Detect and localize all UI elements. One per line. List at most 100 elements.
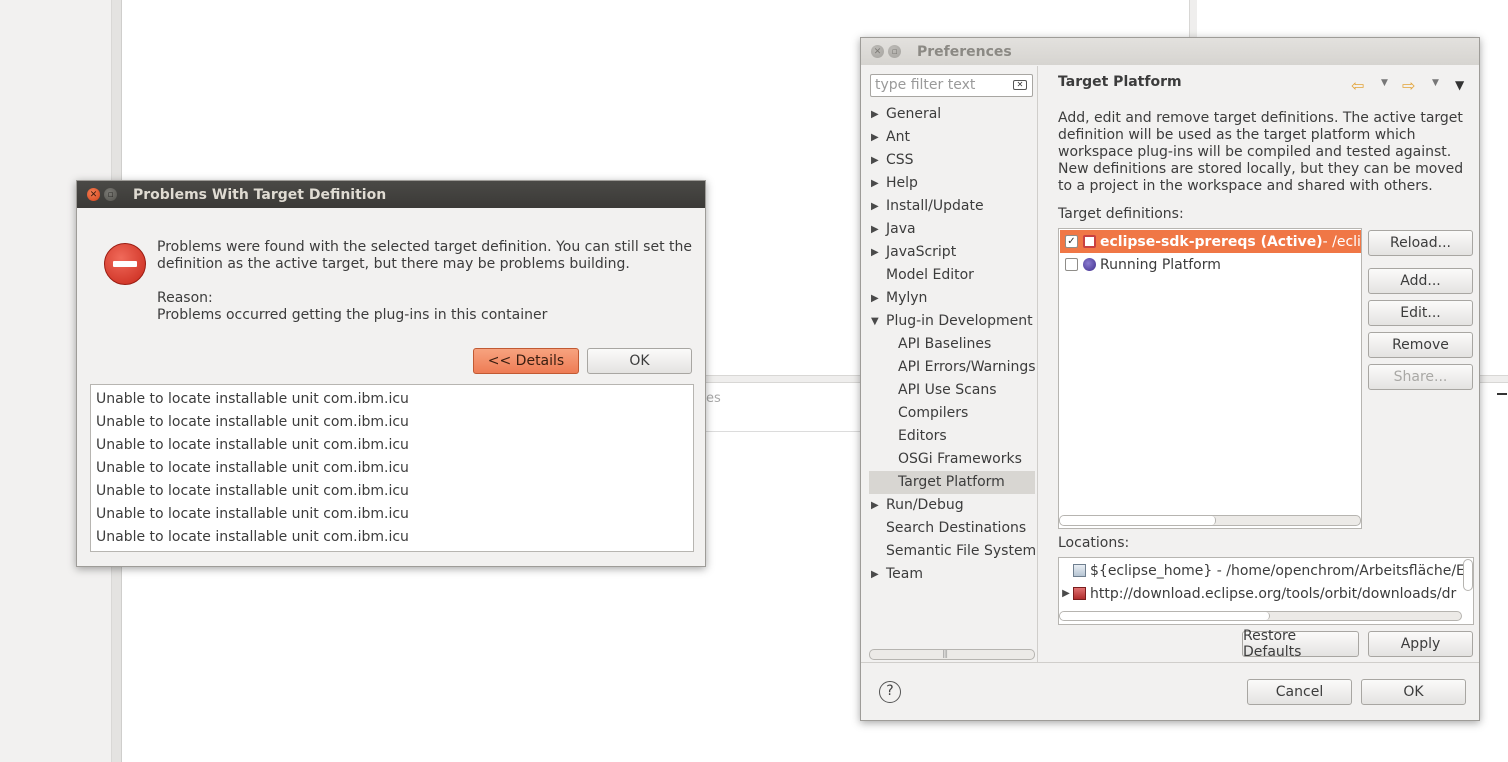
apply-button[interactable]: Apply [1368, 631, 1473, 657]
minimize-icon[interactable]: ▫ [104, 188, 117, 201]
table-row[interactable]: Running Platform [1060, 253, 1361, 276]
tree-item-model-editor[interactable]: Model Editor [869, 264, 1035, 287]
tree-sash[interactable] [1037, 66, 1038, 662]
page-title: Target Platform [1058, 74, 1182, 90]
error-icon [104, 243, 146, 285]
tree-item-install-update[interactable]: ▶ Install/Update [869, 195, 1035, 218]
tree-item-team[interactable]: ▶ Team [869, 563, 1035, 586]
message-line-2: definition as the active target, but the… [157, 256, 630, 272]
scrollbar-thumb[interactable] [1060, 516, 1216, 525]
clear-icon[interactable]: ✕ [1013, 80, 1027, 90]
share-button[interactable]: Share... [1368, 364, 1473, 390]
locations-vertical-scrollbar[interactable] [1463, 559, 1473, 591]
details-list[interactable]: Unable to locate installable unit com.ib… [90, 384, 694, 552]
tree-item-help[interactable]: ▶ Help [869, 172, 1035, 195]
list-item[interactable]: Unable to locate installable unit com.ib… [91, 388, 693, 411]
remove-button[interactable]: Remove [1368, 332, 1473, 358]
expand-arrow-icon[interactable]: ▶ [871, 126, 879, 149]
locations-horizontal-scrollbar[interactable] [1059, 611, 1462, 621]
reason-label: Reason: [157, 290, 213, 306]
problems-dialog-titlebar[interactable]: ✕ ▫ Problems With Target Definition [77, 181, 705, 208]
tree-item-javascript[interactable]: ▶ JavaScript [869, 241, 1035, 264]
expand-arrow-icon[interactable]: ▶ [871, 241, 879, 264]
eclipse-icon [1083, 258, 1096, 271]
workbench-partial-tab-label[interactable]: es [706, 391, 721, 406]
target-name: eclipse-sdk-prereqs (Active) [1100, 233, 1323, 250]
tree-item-api-errors-warnings[interactable]: API Errors/Warnings [869, 356, 1036, 379]
checkbox[interactable] [1065, 258, 1078, 271]
tree-item-api-baselines[interactable]: API Baselines [869, 333, 1035, 356]
expand-arrow-icon[interactable]: ▶ [871, 563, 879, 586]
back-arrow-icon[interactable]: ⇦ [1351, 76, 1364, 95]
reload-button[interactable]: Reload... [1368, 230, 1473, 256]
list-item[interactable]: ▶ http://download.eclipse.org/tools/orbi… [1059, 582, 1456, 605]
expand-arrow-icon[interactable]: ▶ [1059, 588, 1073, 599]
tree-item-editors[interactable]: Editors [869, 425, 1035, 448]
tree-item-run-debug[interactable]: ▶ Run/Debug [869, 494, 1035, 517]
dialog-title: Problems With Target Definition [133, 186, 387, 203]
expand-arrow-icon[interactable]: ▶ [871, 172, 879, 195]
tree-item-mylyn[interactable]: ▶ Mylyn [869, 287, 1035, 310]
list-item[interactable]: Unable to locate installable unit com.ib… [91, 480, 693, 503]
cancel-button[interactable]: Cancel [1247, 679, 1352, 705]
edit-button[interactable]: Edit... [1368, 300, 1473, 326]
minimize-icon[interactable]: ▫ [888, 45, 901, 58]
view-menu-icon[interactable]: ▼ [1455, 78, 1464, 92]
close-icon[interactable]: ✕ [871, 45, 884, 58]
tree-item-api-use-scans[interactable]: API Use Scans [869, 379, 1035, 402]
collapse-arrow-icon[interactable]: ▼ [871, 310, 879, 333]
scrollbar-thumb[interactable] [1060, 612, 1270, 620]
list-item[interactable]: ${eclipse_home} - /home/openchrom/Arbeit… [1059, 559, 1473, 582]
ok-button[interactable]: OK [587, 348, 692, 374]
close-icon[interactable]: ✕ [87, 188, 100, 201]
target-icon [1083, 235, 1096, 248]
filter-input[interactable]: type filter text ✕ [870, 74, 1033, 97]
workbench-tab-underline [706, 431, 861, 432]
restore-defaults-button[interactable]: Restore Defaults [1242, 628, 1359, 660]
preferences-titlebar[interactable]: ✕ ▫ Preferences [861, 38, 1479, 65]
details-button[interactable]: << Details [473, 348, 579, 374]
tree-item-css[interactable]: ▶ CSS [869, 149, 1035, 172]
target-path: - /eclipse [1322, 233, 1361, 250]
list-item[interactable]: Unable to locate installable unit com.ib… [91, 434, 693, 457]
tree-item-java[interactable]: ▶ Java [869, 218, 1035, 241]
ok-button[interactable]: OK [1361, 679, 1466, 705]
tree-item-plugin-development[interactable]: ▼ Plug-in Development [869, 310, 1035, 333]
expand-arrow-icon[interactable]: ▶ [871, 287, 879, 310]
list-item[interactable]: Unable to locate installable unit com.ib… [91, 503, 693, 526]
expand-arrow-icon[interactable]: ▶ [871, 103, 879, 126]
tree-horizontal-scrollbar[interactable]: ||| [869, 649, 1035, 660]
forward-arrow-icon[interactable]: ⇨ [1402, 76, 1415, 95]
message-line-1: Problems were found with the selected ta… [157, 239, 692, 255]
footer-separator [861, 662, 1479, 663]
table-row[interactable]: ✓ eclipse-sdk-prereqs (Active) - /eclips… [1060, 230, 1361, 253]
target-definitions-list[interactable]: ✓ eclipse-sdk-prereqs (Active) - /eclips… [1058, 228, 1362, 529]
tree-item-ant[interactable]: ▶ Ant [869, 126, 1035, 149]
filter-placeholder: type filter text [875, 77, 976, 93]
expand-arrow-icon[interactable]: ▶ [871, 195, 879, 218]
targets-horizontal-scrollbar[interactable] [1059, 515, 1361, 526]
target-definitions-label: Target definitions: [1058, 206, 1184, 222]
problems-dialog: ✕ ▫ Problems With Target Definition Prob… [76, 180, 706, 567]
tree-item-compilers[interactable]: Compilers [869, 402, 1035, 425]
expand-arrow-icon[interactable]: ▶ [871, 218, 879, 241]
chevron-down-icon[interactable]: ▼ [1432, 78, 1439, 88]
checkbox[interactable]: ✓ [1065, 235, 1078, 248]
help-icon[interactable]: ? [879, 681, 901, 703]
tree-item-target-platform[interactable]: Target Platform [869, 471, 1035, 494]
list-item[interactable]: Unable to locate installable unit com.ib… [91, 411, 693, 434]
chevron-down-icon[interactable]: ▼ [1381, 78, 1388, 88]
tree-item-search-destinations[interactable]: Search Destinations [869, 517, 1035, 540]
expand-arrow-icon[interactable]: ▶ [871, 494, 879, 517]
tree-item-osgi-frameworks[interactable]: OSGi Frameworks [869, 448, 1035, 471]
page-description: Add, edit and remove target definitions.… [1058, 110, 1464, 194]
minimize-icon[interactable] [1497, 393, 1507, 395]
list-item[interactable]: Unable to locate installable unit com.ib… [91, 526, 693, 549]
expand-arrow-icon[interactable]: ▶ [871, 149, 879, 172]
list-item[interactable]: Unable to locate installable unit com.ib… [91, 457, 693, 480]
tree-item-general[interactable]: ▶ General [869, 103, 1035, 126]
preference-tree[interactable]: ▶ General ▶ Ant ▶ CSS ▶ Help ▶ Install/Update… [869, 103, 1036, 586]
reason-text: Problems occurred getting the plug-ins i… [157, 307, 548, 323]
tree-item-semantic-file-system[interactable]: Semantic File System [869, 540, 1036, 563]
add-button[interactable]: Add... [1368, 268, 1473, 294]
